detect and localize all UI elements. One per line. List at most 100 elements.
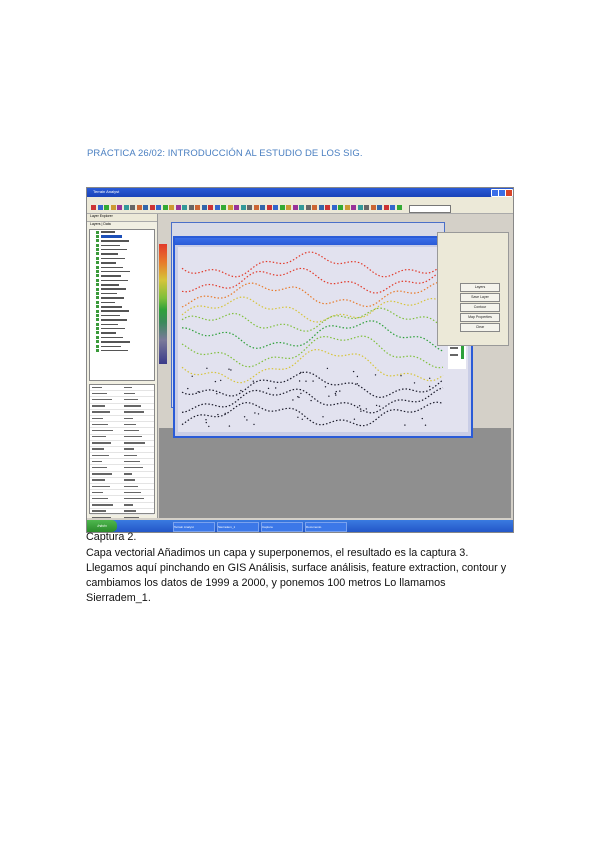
zoom-combo[interactable] [409, 205, 451, 213]
toolbar-icon[interactable] [201, 205, 207, 210]
toolbar-icon[interactable] [123, 205, 129, 210]
toolbar-icon[interactable] [143, 205, 148, 210]
toolbar-icon[interactable] [331, 205, 337, 210]
color-ramp-legend [159, 244, 167, 364]
toolbar-icon[interactable] [117, 205, 122, 210]
contour-fragment [297, 396, 299, 398]
contour-fragment [228, 425, 231, 427]
toolbar-icon[interactable] [325, 205, 330, 210]
contour-fragment [191, 375, 193, 377]
toolbar-icon[interactable] [299, 205, 304, 210]
toolbar-icon[interactable] [344, 205, 350, 210]
contour-fragment [328, 395, 330, 397]
contour-fragment [428, 385, 431, 388]
taskbar-item[interactable]: Captura [261, 522, 303, 532]
contour-fragment [356, 383, 358, 385]
toolbar-icon[interactable] [240, 205, 246, 210]
contour-fragment [335, 390, 337, 393]
toolbar-icon[interactable] [364, 205, 369, 210]
contour-line [181, 267, 444, 294]
toolbar-icon[interactable] [234, 205, 239, 210]
toolbar-icon[interactable] [110, 205, 116, 210]
toolbar-icon[interactable] [162, 205, 168, 210]
toolbar-icon[interactable] [253, 205, 259, 210]
toolbar-icon[interactable] [227, 205, 233, 210]
toolbar-icon[interactable] [292, 205, 298, 210]
toolbar-icon[interactable] [104, 205, 109, 210]
contour-button[interactable]: Contour [460, 303, 500, 312]
taskbar-item[interactable]: Sierradem_1 [217, 522, 259, 532]
toolbar-icon[interactable] [195, 205, 200, 210]
clear-button[interactable]: Clear [460, 323, 500, 332]
toolbar-icon[interactable] [357, 205, 363, 210]
layer-explorer-tabs[interactable]: Layers | Data [87, 222, 157, 228]
toolbar-icon[interactable] [279, 205, 285, 210]
taskbar-item[interactable]: Terrain Analyst [173, 522, 215, 532]
toolbar-icon[interactable] [149, 205, 155, 210]
caption-line-2: Llegamos aquí pinchando en GIS Análisis,… [86, 562, 507, 574]
toolbar-icon[interactable] [383, 205, 389, 210]
toolbar-icon[interactable] [247, 205, 252, 210]
layer-icon [96, 344, 99, 348]
toolbar-icon[interactable] [390, 205, 395, 210]
caption-line-1: Capa vectorial Añadimos un capa y superp… [86, 547, 469, 559]
contour-fragment [252, 380, 254, 382]
map-window[interactable]: Sierradem_1 [173, 236, 473, 438]
toolbar-icon[interactable] [188, 205, 194, 210]
toolbar-icon[interactable] [370, 205, 376, 210]
map-properties-button[interactable]: Map Properties [460, 313, 500, 322]
save-layer-button[interactable]: Save Layer [460, 293, 500, 302]
toolbar-icon[interactable] [305, 205, 311, 210]
taskbar-item[interactable]: Documento [305, 522, 347, 532]
contour-line [181, 335, 444, 369]
toolbar-icon[interactable] [312, 205, 317, 210]
toolbar-icon[interactable] [91, 205, 96, 210]
toolbar-icon[interactable] [175, 205, 181, 210]
layer-icon [96, 265, 99, 269]
contour-fragment [365, 408, 367, 410]
toolbar-icon[interactable] [273, 205, 278, 210]
toolbar-icon[interactable] [156, 205, 161, 210]
layer-tree[interactable] [89, 229, 155, 381]
contour-fragment [267, 387, 270, 390]
contour-map-canvas[interactable] [178, 247, 468, 432]
contour-fragment [275, 387, 277, 389]
toolbar-icon[interactable] [266, 205, 272, 210]
contour-fragment [292, 399, 294, 401]
contour-fragment [243, 416, 246, 418]
layer-icon [96, 309, 99, 313]
contour-fragment [324, 386, 327, 388]
contour-fragment [378, 405, 381, 407]
properties-grid[interactable] [89, 384, 155, 531]
layer-icon [96, 283, 99, 287]
toolbar-icon[interactable] [260, 205, 265, 210]
toolbar-icon[interactable] [351, 205, 356, 210]
toolbar-icon[interactable] [130, 205, 135, 210]
toolbar-icon[interactable] [136, 205, 142, 210]
toolbar-icon[interactable] [97, 205, 103, 210]
contour-fragment [253, 423, 255, 426]
contour-fragment [335, 394, 337, 396]
toolbar-icon[interactable] [214, 205, 220, 210]
contour-fragment [352, 370, 355, 373]
toolbar-icon[interactable] [182, 205, 187, 210]
layer-tree-item[interactable] [90, 349, 154, 353]
toolbar-icon[interactable] [169, 205, 174, 210]
layer-icon [96, 331, 99, 335]
contour-fragment [224, 412, 226, 415]
close-button[interactable] [505, 189, 513, 197]
contour-fragment [360, 410, 362, 412]
toolbar-icon[interactable] [221, 205, 226, 210]
layers-button[interactable]: Layers [460, 283, 500, 292]
toolbar-icon[interactable] [208, 205, 213, 210]
contour-fragment [353, 418, 356, 420]
caption-label: Captura 2. [86, 531, 137, 543]
toolbar-icon[interactable] [338, 205, 343, 210]
toolbar-icon[interactable] [377, 205, 382, 210]
toolbar-icon[interactable] [286, 205, 291, 210]
layer-icon [96, 313, 99, 317]
toolbar-icon[interactable] [318, 205, 324, 210]
contour-fragment [254, 412, 256, 414]
toolbar-icon[interactable] [396, 205, 402, 210]
caption-line-4: Sierradem_1. [86, 592, 151, 604]
